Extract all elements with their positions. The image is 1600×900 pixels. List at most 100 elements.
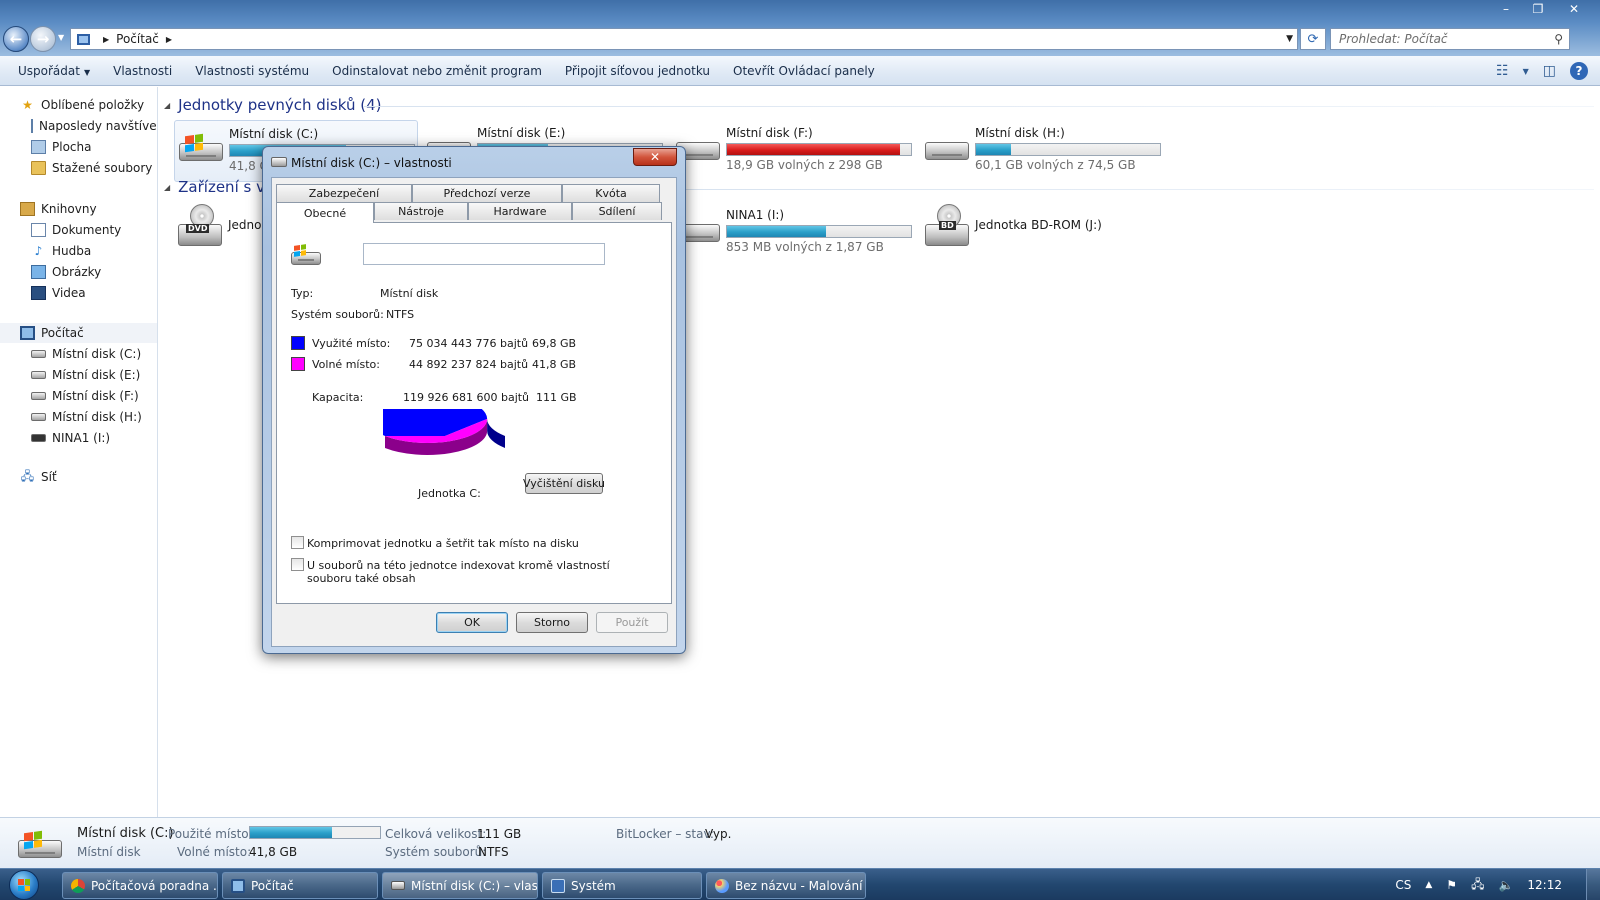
nav-label: Knihovny [41, 202, 97, 216]
volume-icon[interactable]: 🔈 [1498, 878, 1513, 892]
filesystem-value: NTFS [386, 308, 415, 321]
nav-favorites[interactable]: ★ Oblíbené položky [0, 95, 157, 115]
help-icon[interactable]: ? [1570, 62, 1588, 80]
compress-checkbox[interactable] [291, 536, 304, 549]
show-hidden-icons-icon[interactable]: ▲ [1425, 880, 1432, 890]
type-label: Typ: [291, 287, 314, 300]
nav-music[interactable]: ♪ Hudba [0, 241, 157, 261]
back-button[interactable]: ← [3, 26, 29, 52]
tab-security[interactable]: Zabezpečení [276, 184, 412, 202]
network-tray-icon[interactable]: 🖧 [1471, 875, 1484, 896]
tab-sharing[interactable]: Sdílení [572, 202, 662, 220]
drive-tile-h[interactable]: Místní disk (H:) 60,1 GB volných z 74,5 … [921, 120, 1165, 182]
history-dropdown[interactable]: ▼ [58, 33, 64, 42]
ok-button[interactable]: OK [436, 612, 508, 633]
address-dropdown-icon[interactable]: ▼ [1286, 34, 1293, 44]
clock[interactable]: 12:12 [1527, 878, 1562, 892]
desktop-icon [31, 140, 46, 154]
tab-hardware[interactable]: Hardware [468, 202, 572, 220]
tab-tools[interactable]: Nástroje [374, 202, 468, 220]
breadcrumb-chevron-icon[interactable]: ▶ [103, 35, 109, 44]
nav-drive-e[interactable]: Místní disk (E:) [0, 365, 157, 385]
map-network-drive-button[interactable]: Připojit síťovou jednotku [557, 64, 725, 78]
nav-computer[interactable]: Počítač [0, 323, 157, 343]
properties-dialog: Místní disk (C:) – vlastnosti ✕ Zabezpeč… [262, 146, 686, 654]
group-header-hard-drives[interactable]: ◢ Jednotky pevných disků (4) [164, 96, 381, 114]
drive-tile-f[interactable]: Místní disk (F:) 18,9 GB volných z 298 G… [672, 120, 916, 182]
taskbar-item-chrome[interactable]: Počítačová poradna ... [62, 872, 218, 899]
details-bitlocker-value: Vyp. [705, 827, 732, 841]
cancel-button[interactable]: Storno [516, 612, 588, 633]
taskbar-item-paint[interactable]: Bez názvu - Malování [706, 872, 866, 899]
nav-drive-f[interactable]: Místní disk (F:) [0, 386, 157, 406]
restore-button[interactable]: ❐ [1522, 0, 1554, 18]
nav-drive-i[interactable]: NINA1 (I:) [0, 428, 157, 448]
drive-tile-dvd[interactable]: DVD Jedno [174, 202, 264, 264]
preview-pane-icon[interactable]: ◫ [1543, 63, 1556, 79]
nav-libraries[interactable]: Knihovny [0, 199, 157, 219]
view-options-icon[interactable]: ☷ [1496, 63, 1509, 79]
nav-documents[interactable]: Dokumenty [0, 220, 157, 240]
nav-recent[interactable]: Naposledy navštívené [0, 116, 157, 136]
hard-drive-windows-icon [18, 830, 64, 858]
nav-label: Počítač [41, 326, 84, 340]
apply-button[interactable]: Použít [596, 612, 668, 633]
hard-drive-icon [31, 392, 46, 400]
drive-free-text: 18,9 GB volných z 298 GB [726, 158, 883, 172]
search-input[interactable]: Prohledat: Počítač ⚲ [1330, 28, 1570, 50]
nav-drive-h[interactable]: Místní disk (H:) [0, 407, 157, 427]
tab-previous-versions[interactable]: Předchozí verze [412, 184, 562, 202]
separator [291, 382, 603, 383]
taskbar-item-system[interactable]: Systém [542, 872, 702, 899]
tab-quota[interactable]: Kvóta [562, 184, 660, 202]
group-title: Zařízení s vy [178, 178, 274, 196]
dialog-close-button[interactable]: ✕ [633, 148, 677, 166]
nav-desktop[interactable]: Plocha [0, 137, 157, 157]
control-panel-button[interactable]: Otevřít Ovládací panely [725, 64, 890, 78]
breadcrumb-computer[interactable]: Počítač [116, 32, 159, 46]
start-button[interactable] [4, 869, 44, 900]
drive-tile-bd[interactable]: BD Jednotka BD-ROM (J:) [921, 202, 1165, 264]
chevron-down-icon[interactable]: ▼ [1523, 67, 1529, 76]
nav-pictures[interactable]: Obrázky [0, 262, 157, 282]
nav-network[interactable]: 🖧 Síť [0, 467, 157, 487]
action-center-flag-icon[interactable]: ⚑ [1446, 878, 1457, 892]
language-indicator[interactable]: CS [1395, 878, 1411, 892]
taskbar: Počítačová poradna ... Počítač Místní di… [0, 868, 1600, 900]
disk-cleanup-button[interactable]: Vyčištění disku [523, 473, 605, 494]
drive-tile-nina1[interactable]: NINA1 (I:) 853 MB volných z 1,87 GB [672, 202, 916, 264]
minimize-button[interactable]: – [1490, 0, 1522, 18]
bd-badge: BD [939, 221, 956, 230]
hard-drive-icon [31, 350, 46, 358]
group-header-removable[interactable]: ◢ Zařízení s vy [164, 178, 274, 196]
drive-usage-bar [726, 225, 912, 238]
forward-button[interactable]: → [30, 26, 56, 52]
recent-places-icon [31, 119, 33, 133]
address-bar[interactable]: ▶ Počítač ▶ ▼ [70, 28, 1298, 50]
nav-downloads[interactable]: Stažené soubory [0, 158, 157, 178]
nav-videos[interactable]: Videa [0, 283, 157, 303]
drive-label-input[interactable] [363, 243, 605, 265]
separator [291, 277, 603, 278]
taskbar-item-computer[interactable]: Počítač [222, 872, 378, 899]
explorer-title-area: – ❐ ✕ ← → ▼ ▶ Počítač ▶ ▼ ⟳ Prohledat: P… [0, 0, 1600, 56]
details-free-value: 41,8 GB [249, 845, 298, 859]
organize-button[interactable]: Uspořádat ▼ [10, 64, 105, 78]
uninstall-button[interactable]: Odinstalovat nebo změnit program [324, 64, 557, 78]
dvd-badge: DVD [186, 224, 210, 233]
properties-button[interactable]: Vlastnosti [105, 64, 187, 78]
index-checkbox[interactable] [291, 558, 304, 571]
system-properties-button[interactable]: Vlastnosti systému [187, 64, 324, 78]
show-desktop-button[interactable] [1586, 869, 1600, 900]
tab-general[interactable]: Obecné [276, 202, 374, 223]
breadcrumb-chevron-icon[interactable]: ▶ [166, 35, 172, 44]
nav-label: Videa [52, 286, 86, 300]
filesystem-label: Systém souborů: [291, 308, 384, 321]
close-button[interactable]: ✕ [1554, 0, 1594, 18]
taskbar-item-disk-properties[interactable]: Místní disk (C:) – vlas... [382, 872, 538, 899]
details-total-label: Celková velikost: [385, 827, 487, 841]
nav-drive-c[interactable]: Místní disk (C:) [0, 344, 157, 364]
drive-free-text: 60,1 GB volných z 74,5 GB [975, 158, 1136, 172]
search-icon[interactable]: ⚲ [1554, 32, 1563, 46]
refresh-button[interactable]: ⟳ [1300, 28, 1326, 50]
